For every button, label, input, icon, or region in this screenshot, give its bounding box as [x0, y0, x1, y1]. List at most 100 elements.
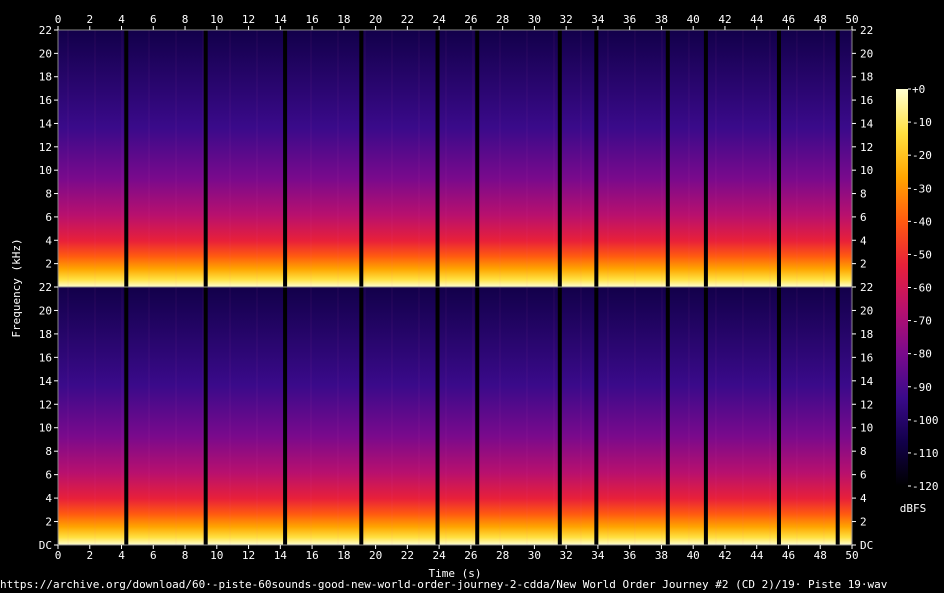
right-channel-silence-gap — [475, 287, 480, 545]
left-channel-streak — [526, 30, 528, 287]
left-channel-streak — [391, 30, 393, 287]
right-channel-streak — [607, 287, 609, 545]
x-tick-label-top: 42 — [718, 13, 731, 26]
y-tick-label-left: 6 — [45, 469, 52, 482]
right-channel-streak — [580, 287, 582, 545]
colorbar-tick-label: +0 — [912, 83, 925, 96]
y-tick-label-right: 10 — [860, 422, 873, 435]
colorbar-tick-label: -70 — [912, 315, 932, 328]
left-channel-streak — [148, 30, 150, 287]
x-tick-label-bottom: 28 — [496, 549, 509, 562]
x-tick-label-bottom: 38 — [655, 549, 668, 562]
colorbar-tick-label: -10 — [912, 116, 932, 129]
left-channel-streak — [202, 30, 204, 287]
left-channel-streak — [715, 30, 717, 287]
left-channel-streak — [607, 30, 609, 287]
y-axis-label: Frequency (kHz) — [10, 238, 23, 337]
colorbar-tick-label: -110 — [912, 447, 939, 460]
x-tick-label-bottom: 44 — [750, 549, 764, 562]
y-tick-label-right: 18 — [860, 328, 873, 341]
left-channel-streak — [688, 30, 690, 287]
y-tick-label-right: 16 — [860, 351, 873, 364]
y-tick-label-right: 8 — [860, 445, 867, 458]
y-tick-label-left: 18 — [39, 328, 52, 341]
right-channel-streak — [472, 287, 474, 545]
x-tick-label-top: 50 — [845, 13, 858, 26]
x-tick-label-top: 14 — [274, 13, 288, 26]
right-channel-streak — [796, 287, 798, 545]
y-tick-label-right: 14 — [860, 375, 874, 388]
left-channel-streak — [472, 30, 474, 287]
y-tick-label-left: 22 — [39, 281, 52, 294]
x-tick-label-top: 48 — [814, 13, 827, 26]
y-tick-label-left: 8 — [45, 188, 52, 201]
y-tick-label-right: 22 — [860, 24, 873, 37]
x-tick-label-bottom: 42 — [718, 549, 731, 562]
right-channel-streak — [715, 287, 717, 545]
right-channel-silence-gap — [557, 287, 562, 545]
y-tick-label-left: 12 — [39, 398, 52, 411]
x-tick-label-top: 40 — [687, 13, 700, 26]
right-channel-silence-gap — [124, 287, 129, 545]
right-channel-silence-gap — [703, 287, 708, 545]
y-tick-label-right: 6 — [860, 211, 867, 224]
right-channel-streak — [553, 287, 555, 545]
right-channel-silence-gap — [835, 287, 840, 545]
left-channel-silence-gap — [703, 30, 708, 287]
y-tick-label-right: 12 — [860, 398, 873, 411]
left-channel-spectrum — [58, 30, 852, 287]
x-tick-label-bottom: 20 — [369, 549, 382, 562]
x-tick-label-bottom: 32 — [560, 549, 573, 562]
left-channel-silence-gap — [203, 30, 208, 287]
x-tick-label-top: 20 — [369, 13, 382, 26]
right-channel-silence-gap — [665, 287, 670, 545]
right-channel-spectrum — [58, 287, 852, 545]
colorbar-label: dBFS — [900, 502, 927, 515]
y-tick-label-left: DC — [39, 539, 52, 552]
y-tick-label-left: 14 — [39, 117, 53, 130]
right-channel-silence-gap — [776, 287, 781, 545]
right-channel-streak — [121, 287, 123, 545]
left-channel-silence-gap — [557, 30, 562, 287]
left-channel-streak — [67, 30, 69, 287]
right-channel-streak — [499, 287, 501, 545]
x-tick-label-bottom: 18 — [337, 549, 350, 562]
right-channel-streak — [175, 287, 177, 545]
x-tick-label-bottom: 4 — [118, 549, 125, 562]
right-channel-streak — [742, 287, 744, 545]
left-channel-silence-gap — [835, 30, 840, 287]
x-tick-label-top: 4 — [118, 13, 125, 26]
x-tick-label-top: 6 — [150, 13, 157, 26]
x-tick-label-bottom: 22 — [401, 549, 414, 562]
y-tick-label-right: 16 — [860, 94, 873, 107]
spectrogram-chart: 0022446688101012121414161618182020222224… — [10, 13, 939, 580]
left-channel-silence-gap — [435, 30, 440, 287]
right-channel-streak — [229, 287, 231, 545]
x-tick-label-top: 32 — [560, 13, 573, 26]
x-tick-label-top: 16 — [305, 13, 318, 26]
y-tick-label-left: 18 — [39, 71, 52, 84]
x-tick-label-bottom: 40 — [687, 549, 700, 562]
x-tick-label-top: 0 — [55, 13, 62, 26]
right-channel-streak — [364, 287, 366, 545]
x-tick-label-bottom: 50 — [845, 549, 858, 562]
right-channel-streak — [769, 287, 771, 545]
colorbar-tick-label: -40 — [912, 215, 932, 228]
y-tick-label-right: DC — [860, 539, 873, 552]
colorbar-tick-label: -90 — [912, 381, 932, 394]
y-tick-label-left: 6 — [45, 211, 52, 224]
left-channel-streak — [175, 30, 177, 287]
y-tick-label-left: 12 — [39, 141, 52, 154]
left-channel-silence-gap — [776, 30, 781, 287]
x-tick-label-top: 36 — [623, 13, 636, 26]
x-tick-label-bottom: 6 — [150, 549, 157, 562]
x-tick-label-top: 38 — [655, 13, 668, 26]
x-tick-label-top: 10 — [210, 13, 223, 26]
y-tick-label-right: 22 — [860, 281, 873, 294]
y-tick-label-right: 8 — [860, 188, 867, 201]
left-channel-streak — [850, 30, 852, 287]
right-channel-streak — [661, 287, 663, 545]
left-channel-streak — [553, 30, 555, 287]
x-tick-label-bottom: 36 — [623, 549, 636, 562]
left-channel-streak — [418, 30, 420, 287]
